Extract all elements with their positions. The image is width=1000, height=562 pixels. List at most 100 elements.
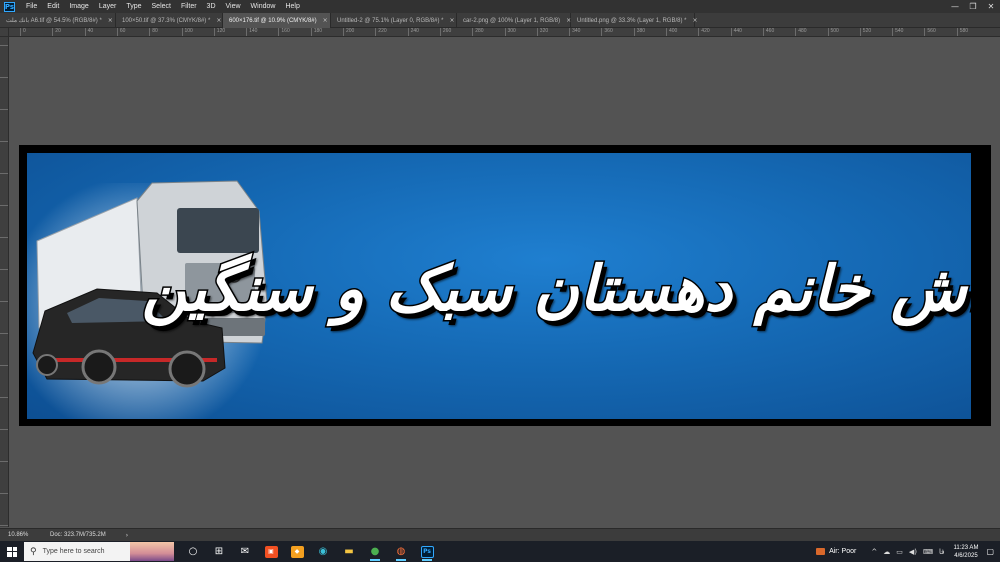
ruler-tick — [0, 333, 8, 334]
tab-600x176[interactable]: 600×176.tif @ 10.9% (CMYK/8#) × — [223, 13, 331, 28]
status-menu-arrow-icon[interactable]: › — [126, 532, 128, 539]
onedrive-icon[interactable]: ☁ — [883, 548, 890, 556]
canvas-area[interactable]: کارواش خانم دهستان سبک و سنگین — [10, 38, 1000, 528]
language-indicator[interactable]: فا — [939, 548, 944, 556]
start-button[interactable] — [0, 541, 24, 562]
battery-icon[interactable]: ▭ — [896, 548, 903, 556]
ruler-tick: 180 — [310, 28, 322, 36]
tab-prefix: بانك ملت — [6, 18, 29, 24]
ruler-tick-label: 120 — [216, 28, 226, 34]
files-app-icon[interactable]: ◆ — [284, 541, 310, 562]
menu-help[interactable]: Help — [280, 0, 304, 13]
weather-widget[interactable]: Air: Poor — [816, 548, 856, 555]
main-menu: File Edit Image Layer Type Select Filter… — [21, 0, 305, 13]
tab-close-icon[interactable]: × — [216, 17, 221, 24]
taskbar-search[interactable]: ⚲ Type here to search — [24, 542, 174, 561]
close-icon[interactable]: ✕ — [982, 0, 1000, 13]
document-size: Doc: 323.7M/735.2M — [50, 532, 106, 538]
ruler-tick-label: 300 — [507, 28, 516, 34]
tab-a6[interactable]: بانك ملت A6.tif @ 54.5% (RGB/8#) * × — [0, 13, 116, 28]
horizontal-ruler[interactable]: 0 20 40 60 80 100 120 140 160 180 200 220 240 260 280 3… — [9, 28, 1000, 37]
tab-label: 100×50.tif @ 37.3% (CMYK/8#) * — [122, 17, 211, 24]
ruler-tick-label: 540 — [895, 28, 904, 34]
tab-label: car-2.png @ 100% (Layer 1, RGB/8) — [463, 17, 561, 24]
ruler-tick — [0, 141, 8, 142]
file-explorer-icon[interactable]: ▬ — [336, 541, 362, 562]
ruler-tick: 160 — [278, 28, 290, 36]
window-controls: — ❐ ✕ — [946, 0, 1000, 13]
banner-artwork: کارواش خانم دهستان سبک و سنگین — [27, 153, 971, 419]
edge-icon[interactable]: ◉ — [310, 541, 336, 562]
ruler-tick: 260 — [439, 28, 451, 36]
mail-icon[interactable]: ✉ — [232, 541, 258, 562]
search-icon: ⚲ — [30, 546, 37, 557]
restore-icon[interactable]: ❐ — [964, 0, 982, 13]
widgets-icon[interactable]: ⊞ — [206, 541, 232, 562]
tab-label: بانك ملت A6.tif @ 54.5% (RGB/8#) * — [6, 17, 102, 24]
windows-taskbar: ⚲ Type here to search ○ ⊞ ✉ ▣ ◆ ◉ ▬ ● ◍ … — [0, 541, 1000, 562]
chrome-icon[interactable]: ● — [362, 541, 388, 562]
tab-untitled-2[interactable]: Untitled-2 @ 75.1% (Layer 0, RGB/8#) * × — [331, 13, 457, 28]
show-hidden-icons-icon[interactable]: ^ — [871, 548, 877, 556]
ruler-corner[interactable] — [0, 28, 9, 37]
ruler-tick: 280 — [472, 28, 484, 36]
ruler-tick-label: 340 — [572, 28, 581, 34]
ruler-tick: 580 — [956, 28, 968, 36]
ruler-tick: 440 — [730, 28, 742, 36]
car-rear-wheel — [81, 349, 117, 385]
ruler-tick — [0, 237, 8, 238]
tab-close-icon[interactable]: × — [449, 17, 454, 24]
ruler-tick-label: 420 — [701, 28, 710, 34]
menu-layer[interactable]: Layer — [94, 0, 122, 13]
weather-text: Air: Poor — [829, 548, 857, 555]
tab-100x50[interactable]: 100×50.tif @ 37.3% (CMYK/8#) * × — [116, 13, 223, 28]
tab-car-2[interactable]: car-2.png @ 100% (Layer 1, RGB/8) × — [457, 13, 571, 28]
minimize-icon[interactable]: — — [946, 0, 964, 13]
ruler-tick — [0, 269, 8, 270]
ruler-tick: 460 — [762, 28, 774, 36]
photoshop-logo-icon[interactable]: Ps — [4, 1, 15, 12]
ruler-tick: 0 — [20, 28, 26, 36]
banner-title: کارواش خانم دهستان سبک و سنگین — [140, 213, 971, 363]
ruler-tick: 400 — [666, 28, 677, 36]
vertical-ruler[interactable] — [0, 37, 9, 527]
menu-3d[interactable]: 3D — [202, 0, 221, 13]
keyboard-icon[interactable]: ⌨ — [923, 548, 933, 556]
ruler-tick — [0, 365, 8, 366]
zoom-level[interactable]: 10.86% — [8, 532, 40, 538]
ruler-tick-label: 160 — [281, 28, 290, 34]
menu-bar: Ps File Edit Image Layer Type Select Fil… — [0, 0, 1000, 13]
menu-image[interactable]: Image — [64, 0, 93, 13]
tab-label: Untitled.png @ 33.3% (Layer 1, RGB/8) * — [577, 17, 687, 24]
ruler-tick-label: 460 — [765, 28, 775, 34]
clock[interactable]: 11:23 AM 4/6/2025 — [954, 544, 979, 560]
notification-icon[interactable]: ▢ — [986, 547, 994, 556]
document-canvas[interactable]: کارواش خانم دهستان سبک و سنگین — [19, 145, 991, 426]
photoshop-icon[interactable]: Ps — [414, 541, 440, 562]
store-icon[interactable]: ▣ — [258, 541, 284, 562]
menu-file[interactable]: File — [21, 0, 42, 13]
ruler-tick-label: 560 — [927, 28, 936, 34]
firefox-icon[interactable]: ◍ — [388, 541, 414, 562]
volume-icon[interactable]: ◀) — [909, 548, 917, 556]
menu-view[interactable]: View — [221, 0, 246, 13]
pinned-apps: ○ ⊞ ✉ ▣ ◆ ◉ ▬ ● ◍ Ps — [180, 541, 440, 562]
tab-name: A6.tif @ 54.5% (RGB/8#) * — [30, 18, 102, 24]
ruler-tick-label: 520 — [862, 28, 872, 34]
menu-type[interactable]: Type — [121, 0, 146, 13]
tab-label: Untitled-2 @ 75.1% (Layer 0, RGB/8#) * — [337, 17, 444, 24]
tab-untitled-png[interactable]: Untitled.png @ 33.3% (Layer 1, RGB/8) * … — [571, 13, 698, 28]
menu-filter[interactable]: Filter — [176, 0, 202, 13]
tab-close-icon[interactable]: × — [692, 17, 697, 24]
ruler-tick: 40 — [84, 28, 93, 36]
menu-window[interactable]: Window — [246, 0, 281, 13]
tab-close-icon[interactable]: × — [323, 17, 328, 24]
menu-edit[interactable]: Edit — [42, 0, 64, 13]
ruler-tick-label: 320 — [539, 28, 549, 34]
ruler-tick — [0, 397, 8, 398]
tab-close-icon[interactable]: × — [108, 17, 113, 24]
menu-select[interactable]: Select — [147, 0, 176, 13]
task-view-icon[interactable]: ○ — [180, 541, 206, 562]
truck-windshield — [177, 208, 259, 253]
search-highlight-image — [130, 542, 174, 561]
